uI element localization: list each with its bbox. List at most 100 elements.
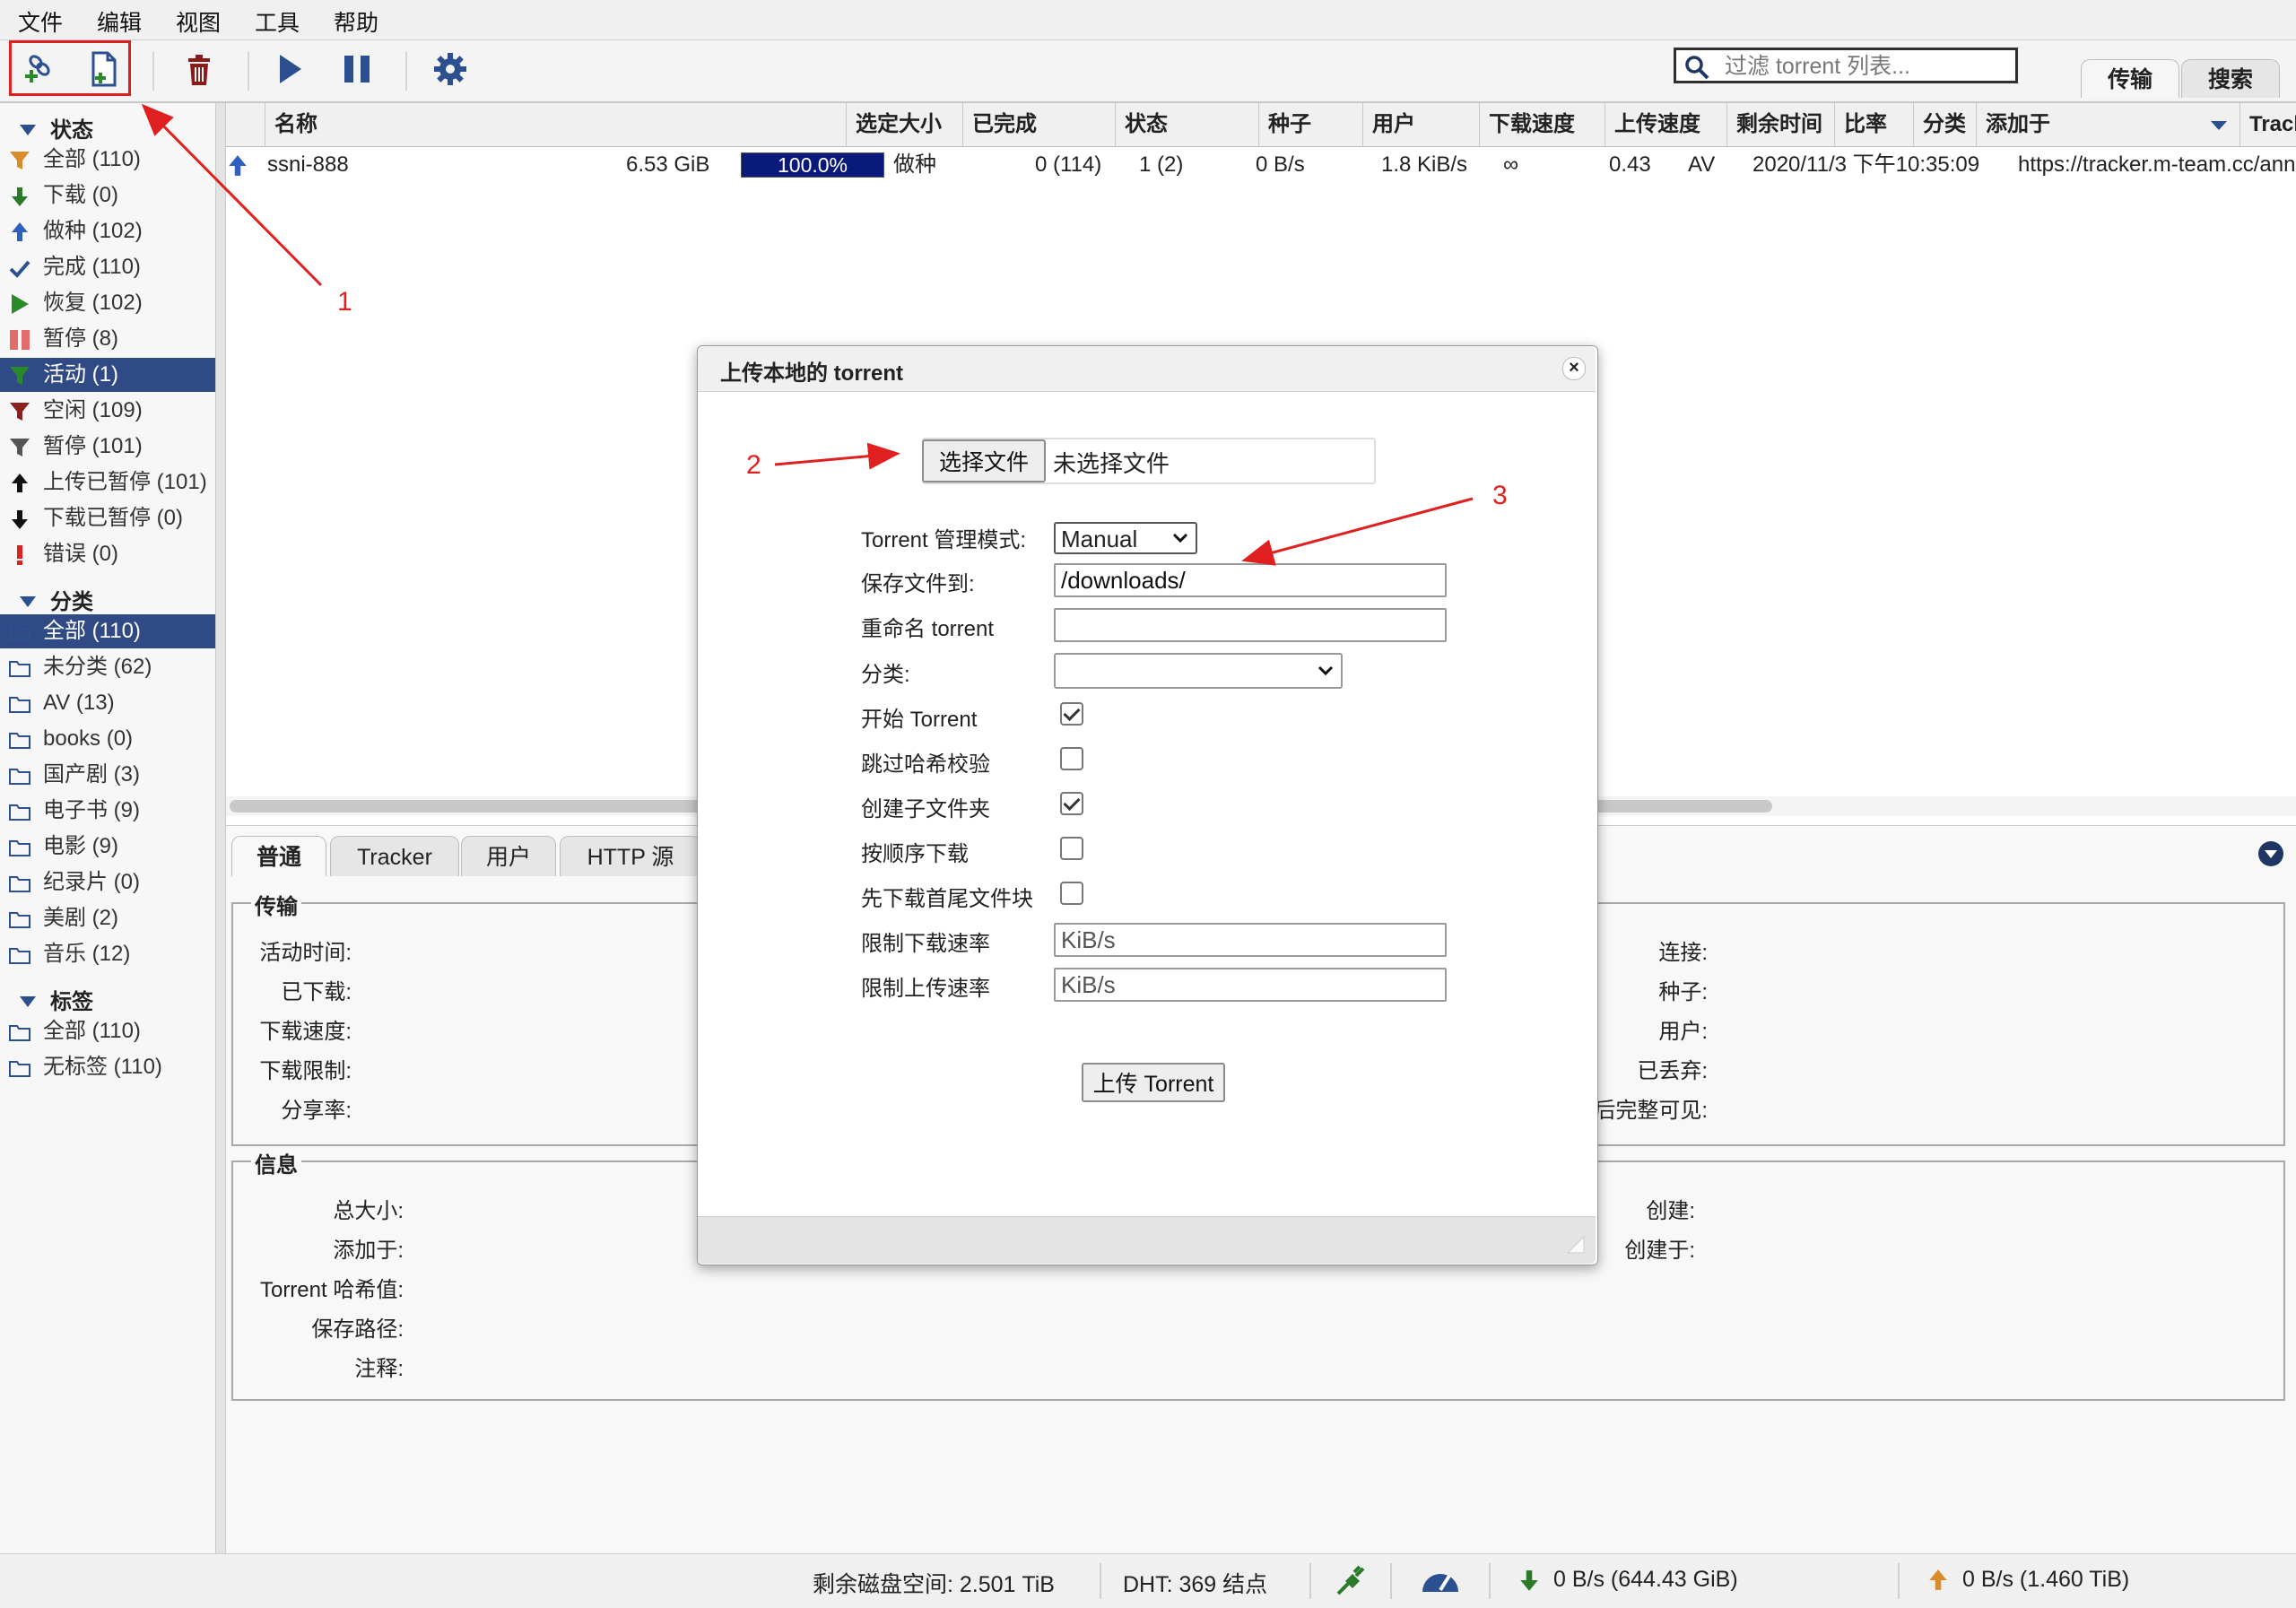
chevron-down-icon [1318,665,1334,676]
download-limit-label: 限制下载速率 [861,932,990,956]
upload-limit-input[interactable] [1054,968,1447,1002]
category-movies[interactable]: 电影 (9) [0,830,215,864]
status-download-paused[interactable]: 下载已暂停 (0) [0,501,215,535]
category-uncategorized[interactable]: 未分类 (62) [0,650,215,684]
status-filter-header[interactable]: 状态 [20,112,93,143]
tab-http-sources[interactable]: HTTP 源 [560,836,701,876]
status-all[interactable]: 全部 (110) [0,143,215,177]
added-on-label: 添加于: [333,1239,404,1263]
skip-hash-check-checkbox[interactable] [1060,747,1083,770]
tag-all[interactable]: 全部 (110) [0,1014,215,1048]
menu-edit[interactable]: 编辑 [97,5,142,38]
delete-button[interactable] [178,48,221,91]
create-subfolder-checkbox[interactable] [1060,792,1083,815]
dialog-title-bar[interactable]: 上传本地的 torrent × [698,346,1596,392]
folder-icon [9,661,30,677]
column-added-on[interactable]: 添加于 [1977,103,2240,146]
column-priority[interactable] [226,103,265,146]
tag-untagged[interactable]: 无标签 (110) [0,1050,215,1084]
upload-torrent-button[interactable]: 上传 Torrent [1082,1063,1225,1102]
status-error[interactable]: 错误 (0) [0,537,215,571]
column-tracker[interactable]: Tracker [2240,103,2296,146]
folder-icon [9,697,30,713]
status-resumed[interactable]: 恢复 (102) [0,286,215,320]
resize-grip-icon[interactable] [1566,1235,1586,1255]
save-path-label: 保存路径: [311,1317,404,1342]
annotation-label-2: 2 [746,450,761,480]
play-icon [280,55,301,83]
category-av[interactable]: AV (13) [0,686,215,720]
category-us-drama[interactable]: 美剧 (2) [0,901,215,935]
tab-peers[interactable]: 用户 [461,836,556,876]
status-seeding[interactable]: 做种 (102) [0,214,215,248]
torrent-ratio: 0.43 [1609,152,1651,177]
folder-icon [9,876,30,892]
tab-trackers[interactable]: Tracker [330,836,459,876]
folder-icon [9,625,30,641]
tab-transfers[interactable]: 传输 [2081,59,2179,98]
plug-icon[interactable] [1336,1565,1367,1595]
column-download-speed[interactable]: 下载速度 [1480,103,1605,146]
first-last-pieces-checkbox[interactable] [1060,882,1083,905]
status-active[interactable]: 活动 (1) [0,358,215,392]
status-stalled[interactable]: 暂停 (101) [0,430,215,464]
torrent-added-on: 2020/11/3 下午10:35:09 [1752,152,1980,177]
choose-file-button[interactable]: 选择文件 [922,439,1046,482]
torrent-category: AV [1688,152,1716,177]
menu-tools[interactable]: 工具 [255,5,300,38]
management-mode-select[interactable]: Manual [1054,522,1197,554]
column-eta[interactable]: 剩余时间 [1727,103,1835,146]
folder-icon [9,1061,30,1077]
rename-input[interactable] [1054,608,1447,642]
column-upload-speed[interactable]: 上传速度 [1605,103,1727,146]
column-category[interactable]: 分类 [1914,103,1977,146]
status-paused[interactable]: 暂停 (8) [0,322,215,356]
status-completed[interactable]: 完成 (110) [0,250,215,284]
pause-icon [10,330,30,350]
search-box[interactable] [1674,48,2018,83]
save-path-label: 保存文件到: [861,572,975,596]
menu-help[interactable]: 帮助 [334,5,378,38]
resume-button[interactable] [267,48,310,91]
tab-search[interactable]: 搜索 [2181,59,2280,98]
status-upload-paused[interactable]: 上传已暂停 (101) [0,465,215,500]
torrent-table-header: 名称 选定大小 已完成 状态 种子 用户 下载速度 上传速度 剩余时间 比率 分… [226,103,2296,147]
column-seeds[interactable]: 种子 [1259,103,1363,146]
save-path-input[interactable] [1054,563,1447,597]
start-torrent-label: 开始 Torrent [861,708,978,732]
menu-view[interactable]: 视图 [176,5,221,38]
add-file-icon [91,51,117,87]
category-domestic-drama[interactable]: 国产剧 (3) [0,758,215,792]
torrent-seeds: 0 (114) [1035,152,1102,177]
collapse-details-button[interactable] [2258,841,2283,866]
close-icon[interactable]: × [1562,357,1586,380]
category-music[interactable]: 音乐 (12) [0,937,215,971]
status-inactive[interactable]: 空闲 (109) [0,394,215,428]
tag-filter-header[interactable]: 标签 [20,984,93,1015]
add-link-button[interactable] [18,48,61,91]
menu-file[interactable]: 文件 [18,5,63,38]
tab-general[interactable]: 普通 [231,836,326,876]
search-input[interactable] [1723,52,2013,81]
settings-button[interactable] [429,48,472,91]
global-upload-speed: 0 B/s (1.460 TiB) [1962,1567,2130,1592]
column-progress[interactable]: 已完成 [963,103,1116,146]
status-downloading[interactable]: 下载 (0) [0,178,215,213]
category-filter-header[interactable]: 分类 [20,584,93,615]
start-torrent-checkbox[interactable] [1060,702,1083,726]
add-file-button[interactable] [83,48,126,91]
column-peers[interactable]: 用户 [1363,103,1480,146]
download-limit-input[interactable] [1054,923,1447,957]
category-all[interactable]: 全部 (110) [0,614,215,648]
category-documentary[interactable]: 纪录片 (0) [0,865,215,900]
category-books[interactable]: books (0) [0,722,215,756]
category-ebooks[interactable]: 电子书 (9) [0,794,215,828]
column-status[interactable]: 状态 [1116,103,1259,146]
sequential-download-checkbox[interactable] [1060,837,1083,860]
column-size[interactable]: 选定大小 [847,103,963,146]
column-ratio[interactable]: 比率 [1835,103,1914,146]
speed-limit-icon[interactable] [1419,1565,1462,1595]
column-name[interactable]: 名称 [265,103,847,146]
category-select[interactable] [1054,653,1343,689]
pause-button[interactable] [335,48,378,91]
